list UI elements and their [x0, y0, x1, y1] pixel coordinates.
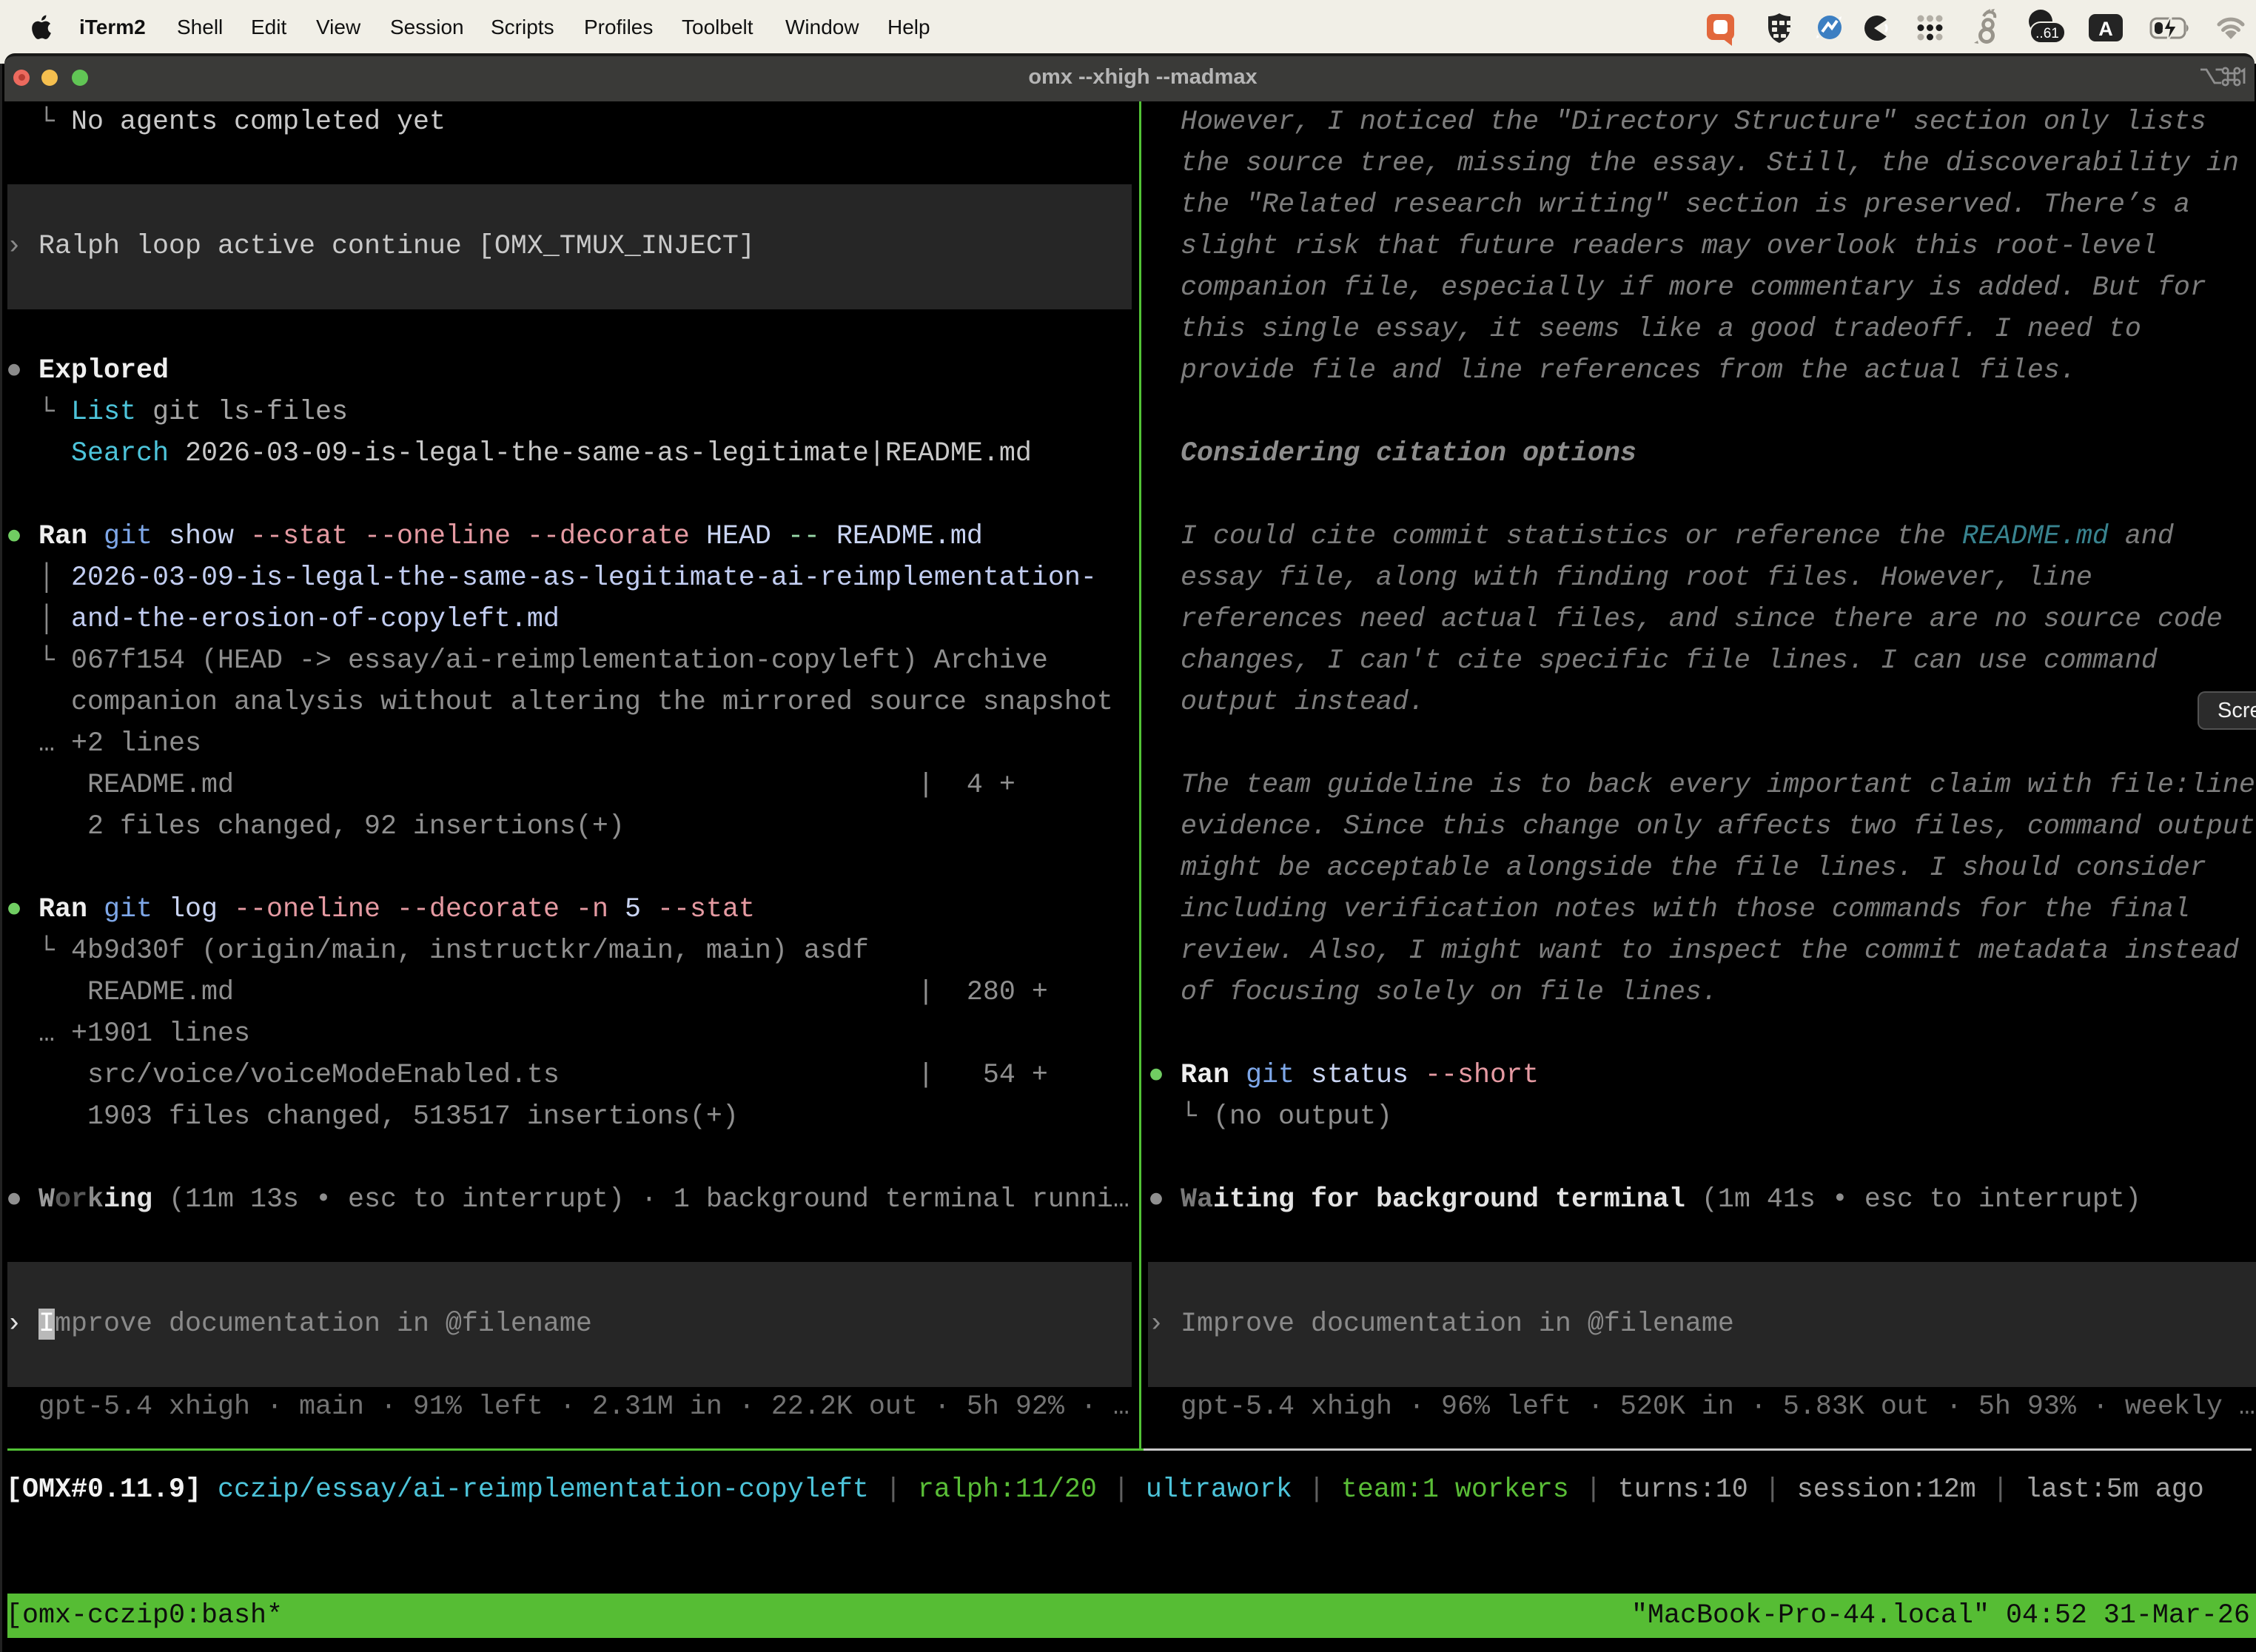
svg-text:A: A — [2098, 18, 2113, 40]
svg-text:..61: ..61 — [2035, 26, 2059, 41]
